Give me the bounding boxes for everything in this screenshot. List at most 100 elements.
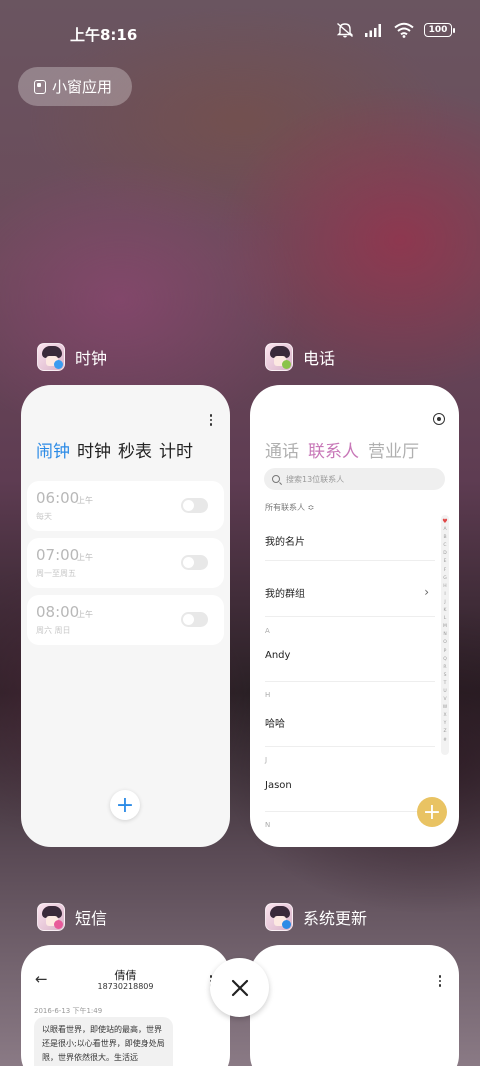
- alarm-ampm: 上午: [77, 610, 93, 619]
- index-letter[interactable]: M: [443, 623, 447, 631]
- section-letter: A: [265, 627, 270, 635]
- update-app-title: 系统更新: [303, 909, 368, 928]
- tab-alarm[interactable]: 闹钟: [36, 437, 70, 462]
- clear-all-button[interactable]: [210, 958, 269, 1017]
- wifi-icon: [394, 22, 414, 38]
- index-letter[interactable]: Z: [443, 728, 446, 736]
- settings-icon[interactable]: [433, 413, 445, 425]
- signal-icon: [365, 24, 381, 37]
- tab-stopwatch[interactable]: 秒表: [118, 437, 152, 462]
- clock-app-title: 时钟: [75, 349, 108, 368]
- alarm-ampm: 上午: [77, 553, 93, 562]
- index-letter[interactable]: D: [443, 550, 446, 558]
- alarm-toggle[interactable]: [181, 555, 208, 570]
- section-letter: H: [265, 691, 271, 699]
- phone-app-icon: [265, 343, 293, 371]
- divider: [265, 811, 435, 812]
- tab-contacts[interactable]: 联系人: [308, 437, 359, 462]
- index-letter[interactable]: R: [443, 664, 446, 672]
- divider: [265, 616, 435, 617]
- favorites-heart-icon[interactable]: ♥: [442, 518, 447, 526]
- sms-app-header[interactable]: 短信: [37, 902, 107, 932]
- small-window-label: 小窗应用: [52, 78, 113, 96]
- sms-app-card[interactable]: ← 倩倩 18730218809 2016-6-13 下午1:49 以眼看世界，…: [21, 945, 230, 1066]
- tab-calls[interactable]: 通话: [265, 437, 299, 462]
- index-letter[interactable]: N: [443, 631, 446, 639]
- index-letter[interactable]: H: [443, 583, 446, 591]
- tab-clock[interactable]: 时钟: [77, 437, 111, 462]
- alarm-repeat: 每天: [36, 512, 52, 521]
- index-letter[interactable]: U: [443, 688, 446, 696]
- add-contact-button[interactable]: +: [417, 797, 447, 827]
- index-letter[interactable]: Y: [444, 720, 447, 728]
- divider: [265, 746, 435, 747]
- phone-app-card[interactable]: 通话 联系人 营业厅 搜索13位联系人 所有联系人 ≎ 我的名片 我的群组 › …: [250, 385, 459, 847]
- sms-app-icon: [37, 903, 65, 931]
- small-window-apps-button[interactable]: 小窗应用: [18, 67, 132, 106]
- my-card-item[interactable]: 我的名片: [265, 533, 305, 548]
- index-letter[interactable]: Q: [443, 656, 447, 664]
- update-app-card[interactable]: [250, 945, 459, 1066]
- alarm-time: 07:00: [36, 546, 80, 564]
- chevron-right-icon: ›: [424, 585, 429, 599]
- alarm-item[interactable]: 07:00 上午 周一至周五: [27, 538, 224, 588]
- alarm-item[interactable]: 08:00 上午 周六 周日: [27, 595, 224, 645]
- index-letter[interactable]: K: [444, 607, 447, 615]
- clock-app-header[interactable]: 时钟: [37, 342, 107, 372]
- contact-item[interactable]: 哈哈: [265, 715, 285, 730]
- index-letter[interactable]: E: [444, 558, 447, 566]
- update-app-icon: [265, 903, 293, 931]
- message-bubble[interactable]: 以眼看世界，即使站的最高，世界还是很小;以心看世界，即使身处局限，世界依然很大。…: [34, 1017, 173, 1066]
- conversation-contact-number: 18730218809: [97, 982, 154, 991]
- message-date: 2016-6-13 下午1:49: [34, 1007, 103, 1015]
- mute-icon: [336, 22, 354, 38]
- index-letter[interactable]: I: [444, 591, 445, 599]
- status-bar: 上午8:16 100: [0, 0, 480, 66]
- index-letter[interactable]: F: [444, 567, 447, 575]
- sms-badge-icon: [54, 920, 63, 929]
- close-icon: [231, 979, 248, 996]
- contact-item[interactable]: Jason: [265, 780, 292, 791]
- alarm-item[interactable]: 06:00 上午 每天: [27, 481, 224, 531]
- index-letter[interactable]: V: [443, 696, 446, 704]
- section-letter: J: [265, 756, 268, 764]
- alarm-toggle[interactable]: [181, 498, 208, 513]
- phone-app-header[interactable]: 电话: [265, 342, 335, 372]
- tab-service-hall[interactable]: 营业厅: [368, 437, 419, 462]
- index-letter[interactable]: S: [444, 672, 447, 680]
- clock-app-card[interactable]: 闹钟 时钟 秒表 计时 06:00 上午 每天 07:00 上午 周一至周五 0…: [21, 385, 230, 847]
- update-app-header[interactable]: 系统更新: [265, 902, 367, 932]
- update-badge-icon: [282, 920, 291, 929]
- clock-app-icon: [37, 343, 65, 371]
- contact-filter-dropdown[interactable]: 所有联系人 ≎: [265, 502, 314, 513]
- index-letter[interactable]: J: [444, 599, 445, 607]
- alarm-repeat: 周六 周日: [36, 626, 71, 635]
- index-letter[interactable]: T: [444, 680, 447, 688]
- tab-timer[interactable]: 计时: [159, 437, 193, 462]
- sms-app-title: 短信: [75, 909, 108, 928]
- index-letter[interactable]: A: [443, 526, 446, 534]
- battery-level: 100: [428, 25, 448, 35]
- alarm-toggle[interactable]: [181, 612, 208, 627]
- clock-badge-icon: [54, 360, 63, 369]
- add-alarm-button[interactable]: +: [110, 790, 140, 820]
- index-letter[interactable]: P: [444, 648, 447, 656]
- clock-more-icon[interactable]: [209, 414, 213, 426]
- contact-search-input[interactable]: 搜索13位联系人: [264, 468, 445, 490]
- index-letter[interactable]: L: [444, 615, 447, 623]
- section-letter: N: [265, 821, 271, 829]
- index-letter[interactable]: X: [443, 712, 446, 720]
- index-letter[interactable]: W: [443, 704, 447, 712]
- my-groups-item[interactable]: 我的群组: [265, 585, 305, 600]
- index-letter[interactable]: B: [443, 534, 446, 542]
- divider: [265, 560, 435, 561]
- index-letter[interactable]: O: [443, 639, 447, 647]
- index-letter[interactable]: C: [443, 542, 446, 550]
- phone-app-title: 电话: [303, 349, 336, 368]
- clock-tabs: 闹钟 时钟 秒表 计时: [36, 437, 193, 462]
- index-letter[interactable]: #: [443, 737, 447, 745]
- update-more-icon[interactable]: [438, 975, 442, 987]
- alphabet-index-scrollbar[interactable]: ♥ A B C D E F G H I J K L M N O P Q R S …: [441, 515, 449, 755]
- contact-item[interactable]: Andy: [265, 650, 290, 661]
- index-letter[interactable]: G: [443, 575, 447, 583]
